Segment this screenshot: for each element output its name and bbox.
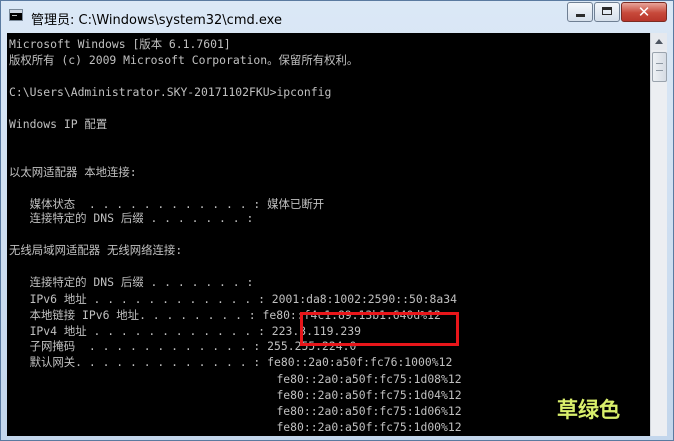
console-output[interactable]: Microsoft Windows [版本 6.1.7601] 版权所有 (c)… bbox=[7, 33, 650, 436]
console-line: 连接特定的 DNS 后缀 . . . . . . . : bbox=[9, 211, 254, 225]
watermark-text: 草绿色 bbox=[557, 398, 620, 422]
console-line: C:\Users\Administrator.SKY-20171102FKU>i… bbox=[9, 85, 332, 99]
ipv4-highlight-box bbox=[300, 312, 459, 346]
minimize-icon[interactable] bbox=[567, 2, 593, 22]
console-line: fe80::2a0:a50f:fc75:1d08%12 bbox=[9, 372, 462, 386]
scroll-thumb[interactable] bbox=[652, 52, 667, 82]
window-title: 管理员: C:\Windows\system32\cmd.exe bbox=[31, 13, 282, 28]
vertical-scrollbar[interactable] bbox=[650, 33, 667, 436]
console-line: 默认网关. . . . . . . . . . . . . : fe80::2a… bbox=[9, 355, 453, 369]
console-line: 连接特定的 DNS 后缀 . . . . . . . : bbox=[9, 275, 254, 289]
console-line: fe80::2a0:a50f:fc75:1d06%12 bbox=[9, 404, 462, 418]
close-icon[interactable]: ✕ bbox=[621, 2, 667, 22]
console-line: 版权所有 (c) 2009 Microsoft Corporation。保留所有… bbox=[9, 53, 359, 67]
close-glyph: ✕ bbox=[637, 3, 651, 21]
console-line: Windows IP 配置 bbox=[9, 117, 108, 131]
console-line: fe80::2a0:a50f:fc75:1d00%12 bbox=[9, 420, 462, 434]
console-line: 无线局域网适配器 无线网络连接: bbox=[9, 243, 183, 257]
console-line: IPv6 地址 . . . . . . . . . . . . : 2001:d… bbox=[9, 292, 457, 306]
scroll-up-icon[interactable] bbox=[651, 33, 667, 50]
cmd-app-icon[interactable] bbox=[9, 9, 23, 21]
console-line: fe80::2a0:a50f:fc75:1d04%12 bbox=[9, 388, 462, 402]
cmd-window: 管理员: C:\Windows\system32\cmd.exe ✕ Micro… bbox=[0, 0, 674, 441]
title-bar[interactable]: 管理员: C:\Windows\system32\cmd.exe ✕ bbox=[1, 1, 673, 33]
maximize-icon[interactable] bbox=[594, 2, 620, 22]
console-line: 以太网适配器 本地连接: bbox=[9, 165, 137, 179]
console-line: Microsoft Windows [版本 6.1.7601] bbox=[9, 37, 231, 51]
